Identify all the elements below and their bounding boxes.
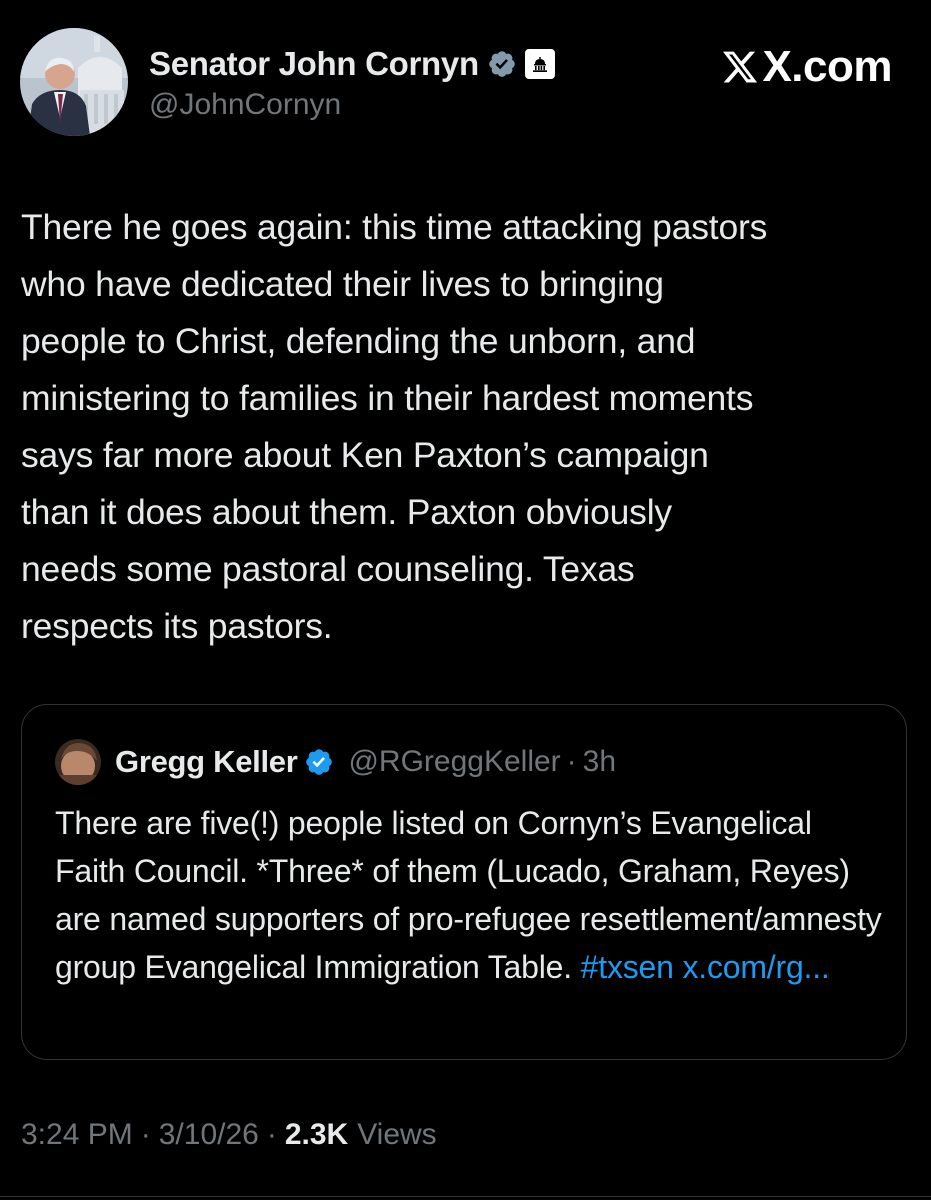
views-count[interactable]: 2.3K — [285, 1118, 348, 1152]
quoted-author-name[interactable]: Gregg Keller — [115, 744, 298, 780]
author-display-name[interactable]: Senator John Cornyn — [149, 45, 479, 83]
bottom-divider — [0, 1196, 931, 1197]
url-link[interactable]: x.com/rg... — [682, 949, 829, 985]
tweet-header: Senator John Cornyn @JohnCornyn X.com — [20, 28, 910, 140]
views-label: Views — [357, 1118, 437, 1151]
hashtag-link[interactable]: #txsen — [581, 949, 674, 985]
meta-separator: · — [266, 1118, 277, 1151]
quoted-avatar-photo — [55, 739, 101, 785]
x-com-label: X.com — [762, 42, 892, 91]
author-avatar[interactable] — [20, 28, 128, 136]
meta-separator: · — [140, 1118, 151, 1151]
quoted-tweet-card[interactable]: Gregg Keller @RGreggKeller · 3h There ar… — [21, 704, 907, 1060]
tweet-body-text: There he goes again: this time attacking… — [21, 207, 768, 646]
quoted-author-avatar[interactable] — [55, 739, 101, 785]
x-com-watermark: X.com — [720, 42, 892, 92]
quoted-separator: · — [566, 745, 577, 778]
avatar-photo — [20, 28, 128, 136]
government-building-icon[interactable] — [524, 49, 555, 79]
verified-badge-icon[interactable] — [304, 747, 334, 777]
quoted-author-handle[interactable]: @RGreggKeller — [348, 745, 560, 779]
verified-badge-icon[interactable] — [487, 49, 517, 79]
quoted-tweet-text: There are five(!) people listed on Corny… — [55, 799, 885, 991]
tweet-time[interactable]: 3:24 PM — [21, 1118, 133, 1152]
quoted-tweet-header: Gregg Keller @RGreggKeller · 3h — [55, 739, 616, 785]
author-handle[interactable]: @JohnCornyn — [149, 88, 555, 122]
quoted-timestamp[interactable]: 3h — [583, 745, 616, 779]
name-row: Senator John Cornyn — [149, 42, 555, 86]
tweet-date[interactable]: 3/10/26 — [159, 1118, 259, 1152]
x-logo-icon — [723, 51, 758, 83]
author-names: Senator John Cornyn @JohnCornyn — [149, 42, 555, 122]
tweet-meta: 3:24 PM · 3/10/26 · 2.3K Views — [21, 1118, 437, 1152]
